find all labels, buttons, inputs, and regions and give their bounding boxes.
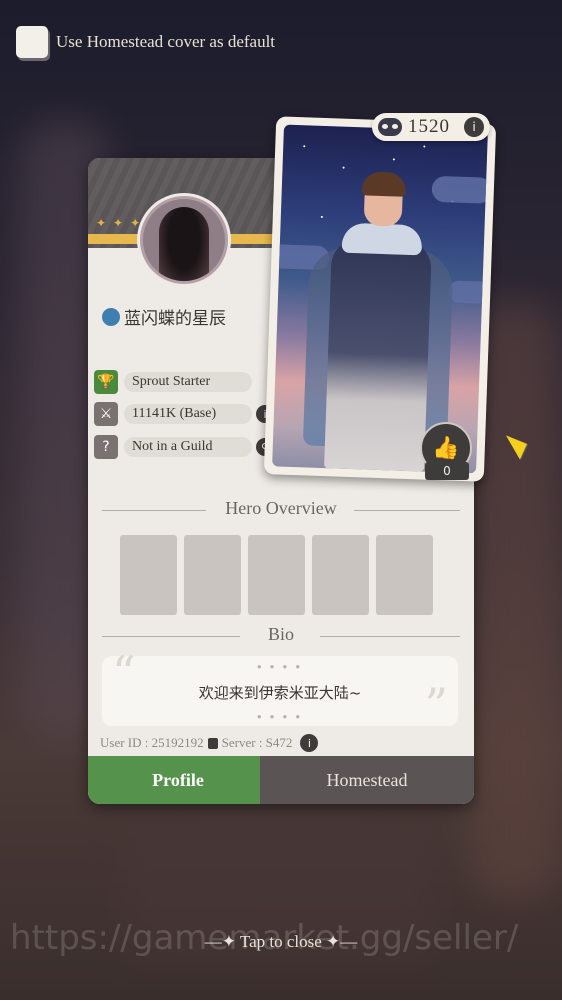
hero-slot[interactable] [248, 535, 305, 615]
hero-overview-title: Hero Overview [225, 498, 337, 518]
power-value: 11141K (Base) [124, 404, 252, 424]
player-head-icon [102, 307, 120, 326]
user-id: User ID : 25192192 [100, 735, 204, 750]
server: Server : S472 [221, 735, 293, 750]
player-name: 蓝闪蝶的星辰 [124, 309, 226, 329]
hooded-avatar-icon [159, 207, 209, 281]
mask-icon [378, 118, 402, 136]
guild-value: Not in a Guild [124, 437, 252, 457]
avatar[interactable] [140, 196, 228, 284]
hero-slot[interactable] [312, 535, 369, 615]
bio-box: “ ” ● ● ● ● 欢迎来到伊索米亚大陆~ ● ● ● ● [102, 646, 458, 732]
server-info-icon[interactable]: i [300, 734, 319, 752]
default-cover-option[interactable]: Use Homestead cover as default [16, 26, 275, 58]
hero-portrait [272, 124, 488, 474]
copy-icon[interactable] [207, 737, 218, 749]
hero-slot[interactable] [184, 535, 241, 615]
checkbox-icon[interactable] [16, 26, 48, 58]
tab-homestead[interactable]: Homestead [260, 756, 474, 804]
info-icon[interactable]: i [464, 117, 484, 137]
close-hint-decor-right: ✦— [321, 932, 358, 951]
hero-body [324, 236, 433, 472]
default-cover-label: Use Homestead cover as default [56, 32, 276, 51]
power-stat: ⚔ 11141K (Base) i [94, 402, 274, 426]
bio-title: Bio [267, 624, 294, 644]
dots: ● ● ● ● [256, 662, 304, 671]
title-stat: 🏆 Sprout Starter [94, 370, 252, 394]
question-icon: ? [94, 435, 118, 459]
sparkle-icon: ✦ ✦ ✦ [96, 216, 143, 230]
tab-profile[interactable]: Profile [88, 756, 268, 804]
close-hint-text: Tap to close [239, 932, 322, 951]
title-value: Sprout Starter [124, 372, 252, 392]
account-info: User ID : 25192192 Server : S472 i [100, 734, 319, 752]
score-value: 1520 [408, 116, 450, 137]
score-badge: 1520 i [372, 113, 490, 141]
trophy-icon: 🏆 [94, 370, 118, 394]
hero-hair [361, 171, 407, 197]
like-count: 0 [425, 462, 469, 480]
hero-slots [120, 535, 433, 615]
power-icon: ⚔ [94, 402, 118, 426]
player-name-row: 蓝闪蝶的星辰 [102, 304, 226, 329]
hero-slot[interactable] [120, 535, 177, 615]
guild-stat: ? Not in a Guild ⚲ [94, 435, 274, 459]
bio-text: 欢迎来到伊索米亚大陆~ [198, 684, 362, 702]
dots: ● ● ● ● [256, 712, 304, 721]
tap-to-close[interactable]: —✦ Tap to close ✦— [0, 932, 562, 952]
close-hint-decor-left: —✦ [204, 932, 240, 951]
hero-collar [341, 222, 423, 256]
hero-slot[interactable] [376, 535, 433, 615]
